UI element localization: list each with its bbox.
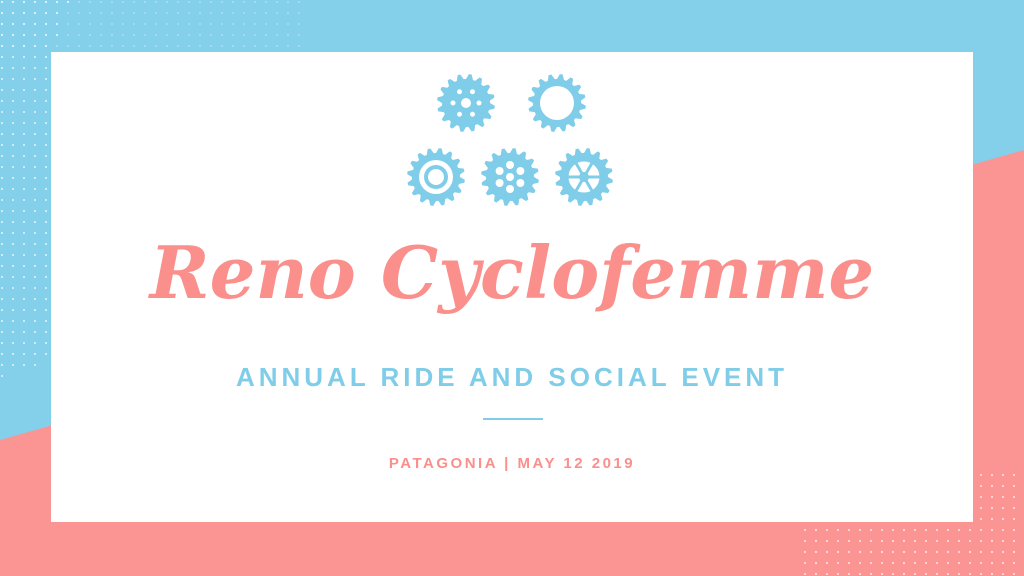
dot-pattern-top-strip — [0, 0, 300, 52]
event-subtitle: ANNUAL RIDE AND SOCIAL EVENT — [235, 362, 789, 392]
event-details: PATAGONIA | MAY 12 2019 — [388, 455, 636, 472]
divider-line — [483, 418, 543, 420]
event-title: Reno Cyclofemme — [149, 230, 875, 315]
